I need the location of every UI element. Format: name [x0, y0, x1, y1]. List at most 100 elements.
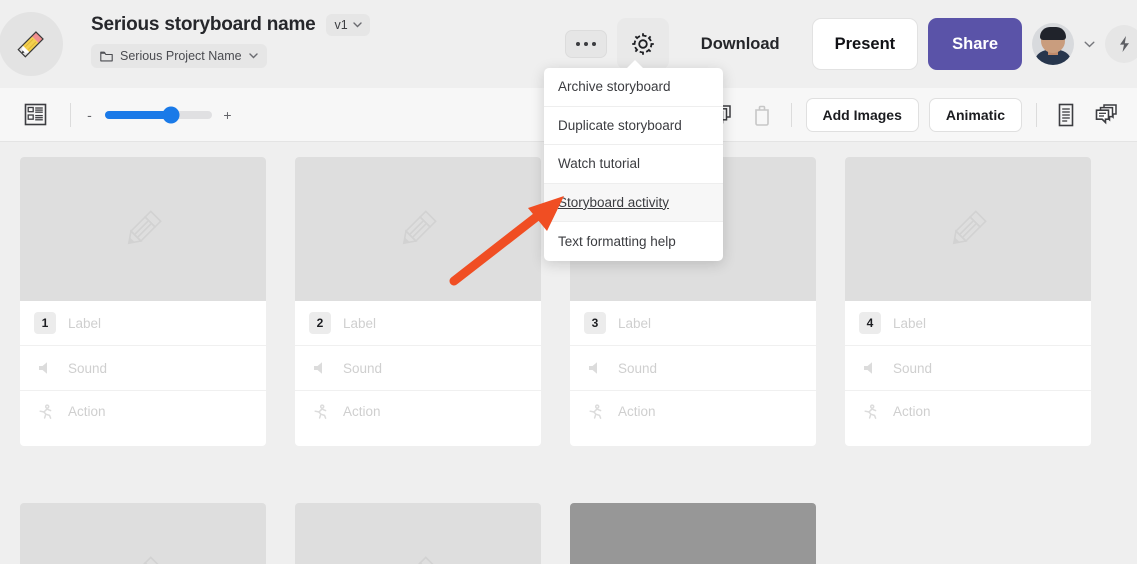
- frame-thumbnail[interactable]: [20, 157, 266, 301]
- frame-card[interactable]: [20, 503, 266, 564]
- frame-card[interactable]: [570, 503, 816, 564]
- frame-sound-row[interactable]: Sound: [845, 346, 1091, 391]
- frame-thumbnail[interactable]: [570, 503, 816, 564]
- running-person-icon: [313, 404, 328, 420]
- zoom-slider[interactable]: [105, 111, 212, 119]
- frame-thumbnail[interactable]: [20, 503, 266, 564]
- delete-button[interactable]: [745, 98, 779, 132]
- frame-sound-text: Sound: [343, 361, 382, 376]
- frame-label-row[interactable]: 1 Label: [20, 301, 266, 346]
- frame-sound-text: Sound: [893, 361, 932, 376]
- zoom-in-label[interactable]: +: [223, 107, 232, 123]
- share-button[interactable]: Share: [928, 18, 1022, 70]
- page-title[interactable]: Serious storyboard name: [91, 14, 316, 36]
- frame-action-text: Action: [343, 404, 381, 419]
- frame-row-2: [20, 503, 816, 564]
- zoom-slider-group: - +: [85, 107, 232, 123]
- version-label: v1: [335, 18, 348, 32]
- frame-sound-row[interactable]: Sound: [570, 346, 816, 391]
- frame-number-badge: 2: [309, 312, 331, 334]
- frame-thumbnail[interactable]: [295, 157, 541, 301]
- present-button[interactable]: Present: [812, 18, 919, 70]
- avatar-hair: [1040, 27, 1066, 40]
- zoom-out-label[interactable]: -: [85, 107, 94, 123]
- frame-action-text: Action: [68, 404, 106, 419]
- frame-action-row[interactable]: Action: [570, 391, 816, 446]
- avatar[interactable]: [1032, 23, 1074, 65]
- folder-icon: [100, 51, 113, 62]
- more-dot: [576, 42, 581, 47]
- toolbar-divider: [70, 103, 71, 127]
- frame-thumbnail[interactable]: [845, 157, 1091, 301]
- pencil-placeholder-icon: [390, 201, 446, 257]
- more-dot: [584, 42, 589, 47]
- frame-label-text: Label: [893, 316, 926, 331]
- menu-item-watch-tutorial[interactable]: Watch tutorial: [544, 145, 723, 184]
- zoom-slider-fill: [105, 111, 171, 119]
- frame-card[interactable]: [295, 503, 541, 564]
- comments-panel-button[interactable]: [1089, 98, 1123, 132]
- frame-number-badge: 3: [584, 312, 606, 334]
- more-dot: [592, 42, 597, 47]
- frame-sound-text: Sound: [618, 361, 657, 376]
- speaker-icon: [863, 361, 878, 375]
- speaker-icon: [38, 361, 53, 375]
- script-document-icon: [1055, 102, 1077, 128]
- menu-item-duplicate-storyboard[interactable]: Duplicate storyboard: [544, 107, 723, 146]
- more-options-menu: Archive storyboard Duplicate storyboard Wa…: [544, 68, 723, 261]
- frame-sound-text: Sound: [68, 361, 107, 376]
- frame-sound-row[interactable]: Sound: [295, 346, 541, 391]
- grid-view-icon: [23, 102, 48, 127]
- grid-view-button[interactable]: [18, 98, 52, 132]
- menu-item-text-formatting-help[interactable]: Text formatting help: [544, 222, 723, 261]
- trash-icon: [752, 103, 772, 127]
- lightning-bolt-button[interactable]: [1105, 25, 1137, 63]
- speaker-icon: [588, 361, 603, 375]
- menu-item-storyboard-activity[interactable]: Storyboard activity: [544, 184, 723, 223]
- frame-action-row[interactable]: Action: [295, 391, 541, 446]
- frame-card[interactable]: 1 Label Sound Action: [20, 157, 266, 446]
- frame-thumbnail[interactable]: [295, 503, 541, 564]
- version-selector[interactable]: v1: [326, 14, 370, 36]
- menu-item-label: Storyboard activity: [558, 195, 669, 210]
- gear-icon: [629, 30, 657, 58]
- pencil-placeholder-icon: [115, 547, 171, 564]
- frame-label-text: Label: [343, 316, 376, 331]
- app-root: Serious storyboard name v1 Serious Proje…: [0, 0, 1137, 564]
- frame-number-badge: 4: [859, 312, 881, 334]
- toolbar-divider: [791, 103, 792, 127]
- frame-sound-row[interactable]: Sound: [20, 346, 266, 391]
- frame-label-row[interactable]: 3 Label: [570, 301, 816, 346]
- frame-label-text: Label: [68, 316, 101, 331]
- pencil-placeholder-icon: [940, 201, 996, 257]
- frame-label-row[interactable]: 2 Label: [295, 301, 541, 346]
- pencil-placeholder-icon: [390, 547, 446, 564]
- pencil-logo-icon[interactable]: [0, 12, 63, 76]
- frame-label-text: Label: [618, 316, 651, 331]
- download-button[interactable]: Download: [679, 18, 802, 70]
- toolbar-divider: [1036, 103, 1037, 127]
- title-row: Serious storyboard name v1: [91, 14, 370, 36]
- lightning-bolt-icon: [1117, 35, 1132, 53]
- menu-item-label: Text formatting help: [558, 234, 676, 249]
- animatic-button[interactable]: Animatic: [929, 98, 1022, 132]
- menu-item-archive-storyboard[interactable]: Archive storyboard: [544, 68, 723, 107]
- frame-card[interactable]: 2 Label Sound Action: [295, 157, 541, 446]
- frame-action-row[interactable]: Action: [20, 391, 266, 446]
- menu-item-label: Watch tutorial: [558, 156, 640, 171]
- script-panel-button[interactable]: [1049, 98, 1083, 132]
- zoom-slider-thumb[interactable]: [163, 106, 180, 123]
- logo-area[interactable]: [0, 0, 70, 88]
- comments-stack-icon: [1092, 102, 1120, 128]
- frame-label-row[interactable]: 4 Label: [845, 301, 1091, 346]
- frame-card[interactable]: 4 Label Sound Action: [845, 157, 1091, 446]
- menu-item-label: Duplicate storyboard: [558, 118, 682, 133]
- frame-number-badge: 1: [34, 312, 56, 334]
- frame-action-row[interactable]: Action: [845, 391, 1091, 446]
- project-selector[interactable]: Serious Project Name: [91, 44, 267, 68]
- add-images-button[interactable]: Add Images: [806, 98, 919, 132]
- account-chevron-down-icon[interactable]: [1084, 41, 1095, 48]
- speaker-icon: [313, 361, 328, 375]
- more-options-button[interactable]: [565, 30, 607, 58]
- title-block: Serious storyboard name v1 Serious Proje…: [91, 14, 370, 68]
